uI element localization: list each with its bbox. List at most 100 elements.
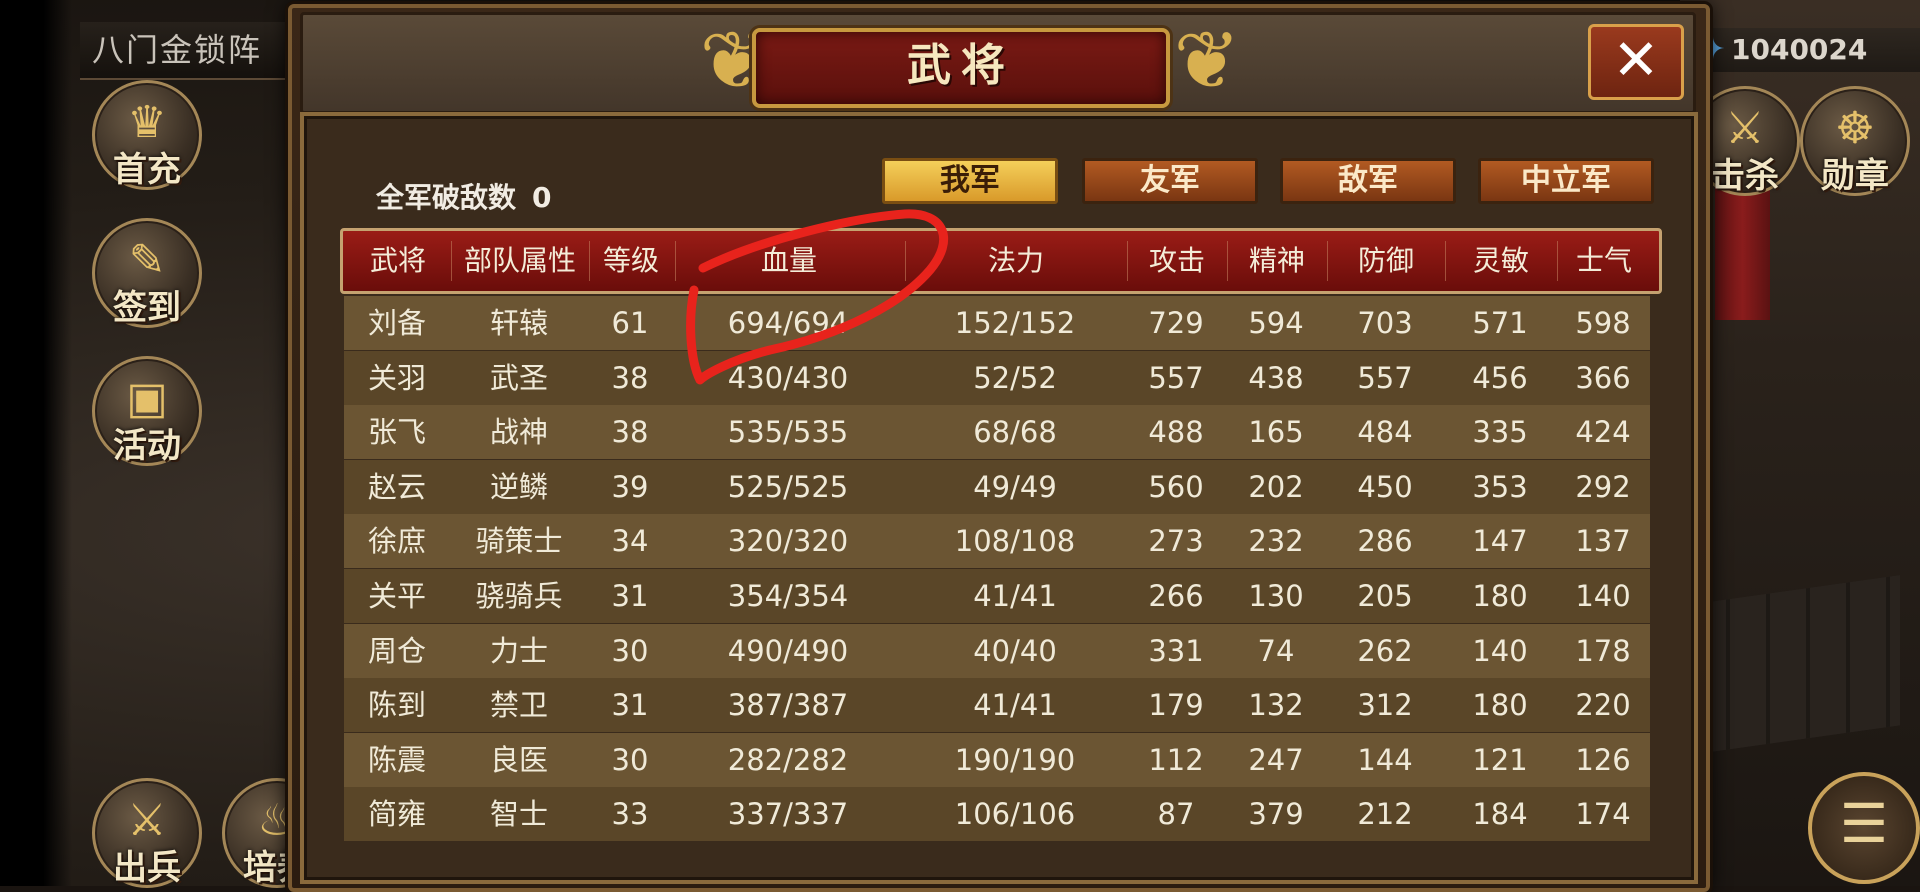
cell-spirit: 438 xyxy=(1248,360,1304,395)
cell-agility: 335 xyxy=(1472,415,1528,450)
cell-attack: 179 xyxy=(1148,688,1204,723)
sign-in-button[interactable]: ✎ 签到 xyxy=(92,218,202,328)
header-divider xyxy=(1557,241,1558,281)
col-header-defense[interactable]: 防御 xyxy=(1327,231,1445,291)
cell-troop-type: 力士 xyxy=(489,633,548,668)
header-divider xyxy=(589,241,590,281)
cell-hp: 694/694 xyxy=(727,306,849,340)
currency-display: ✦ 1040024 xyxy=(1695,28,1920,72)
cell-troop-type: 武圣 xyxy=(489,360,548,395)
cell-morale: 220 xyxy=(1575,688,1631,723)
cell-level: 38 xyxy=(611,415,649,450)
cell-hp: 354/354 xyxy=(727,579,849,613)
cell-mp: 41/41 xyxy=(973,688,1057,723)
col-header-general[interactable]: 武将 xyxy=(345,231,451,291)
first-recharge-button[interactable]: ♛ 首充 xyxy=(92,80,202,190)
cell-attack: 331 xyxy=(1148,633,1204,668)
table-row[interactable]: 陈到 禁卫 31 387/387 41/41 179 132 312 180 220 xyxy=(344,678,1650,733)
col-header-mp[interactable]: 法力 xyxy=(905,231,1127,291)
cell-hp: 320/320 xyxy=(727,524,849,559)
cell-attack: 488 xyxy=(1148,415,1204,450)
window-title-plaque: 武将 xyxy=(752,28,1170,108)
window-title: 武将 xyxy=(907,40,1015,91)
cell-morale: 174 xyxy=(1575,797,1631,832)
header-divider xyxy=(1227,241,1228,281)
table-row[interactable]: 陈震 良医 30 282/282 190/190 112 247 144 121 126 xyxy=(344,732,1650,787)
cell-attack: 729 xyxy=(1148,306,1204,340)
col-header-agility[interactable]: 灵敏 xyxy=(1445,231,1557,291)
map-title: 八门金锁阵 xyxy=(80,22,302,80)
cell-troop-type: 逆鳞 xyxy=(489,469,548,504)
cell-general-name: 刘备 xyxy=(367,306,426,340)
cell-level: 61 xyxy=(611,306,649,340)
total-kills: 全军破敌数 0 xyxy=(376,176,552,216)
table-row[interactable]: 关羽 武圣 38 430/430 52/52 557 438 557 456 366 xyxy=(344,350,1650,405)
cell-attack: 87 xyxy=(1157,797,1195,832)
table-row[interactable]: 刘备 轩辕 61 694/694 152/152 729 594 703 571 598 xyxy=(344,296,1650,350)
col-header-level[interactable]: 等级 xyxy=(589,231,673,291)
events-button[interactable]: ▣ 活动 xyxy=(92,356,202,466)
cell-defense: 312 xyxy=(1357,688,1413,723)
cell-mp: 68/68 xyxy=(973,415,1057,450)
cell-spirit: 74 xyxy=(1257,633,1295,668)
cell-troop-type: 战神 xyxy=(489,415,548,450)
col-header-morale[interactable]: 士气 xyxy=(1557,231,1651,291)
cell-morale: 424 xyxy=(1575,415,1631,450)
cell-mp: 52/52 xyxy=(973,360,1057,395)
cell-agility: 353 xyxy=(1472,469,1528,504)
cell-agility: 121 xyxy=(1472,742,1528,777)
cell-general-name: 陈到 xyxy=(367,688,426,723)
col-header-troop-type[interactable]: 部队属性 xyxy=(451,231,589,291)
cell-mp: 108/108 xyxy=(954,524,1076,559)
left-edge-shadow xyxy=(0,0,72,886)
header-divider xyxy=(905,241,906,281)
table-row[interactable]: 关平 骁骑兵 31 354/354 41/41 266 130 205 180 140 xyxy=(344,569,1650,623)
side-menu-label: 首充 xyxy=(113,150,181,190)
cell-spirit: 165 xyxy=(1248,415,1304,450)
cell-level: 30 xyxy=(611,633,649,668)
tab-neutral-army[interactable]: 中立军 xyxy=(1478,158,1654,204)
cell-mp: 40/40 xyxy=(973,633,1057,668)
cell-troop-type: 禁卫 xyxy=(489,688,548,723)
cell-attack: 273 xyxy=(1148,524,1204,559)
cell-hp: 535/535 xyxy=(727,415,849,450)
cell-general-name: 关平 xyxy=(367,579,426,613)
col-header-hp[interactable]: 血量 xyxy=(675,231,903,291)
cell-defense: 557 xyxy=(1357,360,1413,395)
cell-level: 33 xyxy=(611,797,649,832)
cell-morale: 292 xyxy=(1575,469,1631,504)
col-header-spirit[interactable]: 精神 xyxy=(1227,231,1327,291)
cell-level: 39 xyxy=(611,469,649,504)
cell-defense: 262 xyxy=(1357,633,1413,668)
table-row[interactable]: 赵云 逆鳞 39 525/525 49/49 560 202 450 353 292 xyxy=(344,459,1650,514)
close-button[interactable]: ✕ xyxy=(1588,24,1684,100)
table-row[interactable]: 简雍 智士 33 337/337 106/106 87 379 212 184 174 xyxy=(344,787,1650,842)
cell-level: 38 xyxy=(611,360,649,395)
cell-morale: 598 xyxy=(1575,306,1631,340)
cell-attack: 560 xyxy=(1148,469,1204,504)
cell-general-name: 陈震 xyxy=(367,742,426,777)
cell-spirit: 202 xyxy=(1248,469,1304,504)
table-row[interactable]: 徐庶 骑策士 34 320/320 108/108 273 232 286 147 137 xyxy=(344,514,1650,569)
header-divider xyxy=(1327,241,1328,281)
cell-spirit: 379 xyxy=(1248,797,1304,832)
tab-allied-army[interactable]: 友军 xyxy=(1082,158,1258,204)
cell-spirit: 247 xyxy=(1248,742,1304,777)
dispatch-troops-button[interactable]: ⚔ 出兵 xyxy=(92,778,202,888)
cell-agility: 184 xyxy=(1472,797,1528,832)
medals-button[interactable]: ☸ 勋章 xyxy=(1800,86,1910,196)
header-divider xyxy=(675,241,676,281)
cell-spirit: 594 xyxy=(1248,306,1304,340)
tab-enemy-army[interactable]: 敌军 xyxy=(1280,158,1456,204)
crates-decoration xyxy=(1690,575,1900,755)
menu-icon[interactable]: ☰ xyxy=(1808,772,1920,884)
cell-defense: 144 xyxy=(1357,742,1413,777)
table-row[interactable]: 张飞 战神 38 535/535 68/68 488 165 484 335 424 xyxy=(344,405,1650,460)
header-divider xyxy=(451,241,452,281)
table-row[interactable]: 周仓 力士 30 490/490 40/40 331 74 262 140 178 xyxy=(344,623,1650,678)
cell-troop-type: 智士 xyxy=(489,797,548,832)
total-kills-label: 全军破敌数 xyxy=(376,181,517,214)
tab-our-army[interactable]: 我军 xyxy=(882,158,1058,204)
col-header-attack[interactable]: 攻击 xyxy=(1127,231,1227,291)
cell-level: 34 xyxy=(611,524,649,559)
